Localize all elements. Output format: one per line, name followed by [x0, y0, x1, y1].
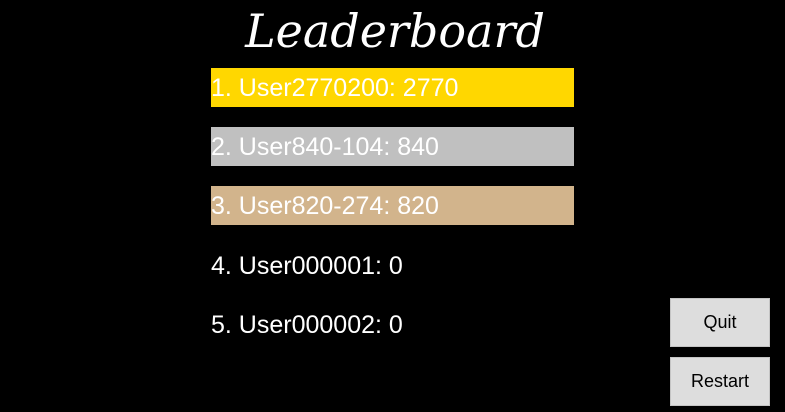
entry-text: 4. User000001: 0	[211, 252, 403, 280]
leaderboard-entry-2: 2. User840-104: 840	[211, 127, 574, 166]
quit-button[interactable]: Quit	[670, 298, 770, 347]
leaderboard-entry-5: 5. User000002: 0	[211, 305, 574, 344]
leaderboard-entry-3: 3. User820-274: 820	[211, 186, 574, 225]
page-title: Leaderboard	[245, 4, 545, 58]
leaderboard-entry-4: 4. User000001: 0	[211, 246, 574, 285]
entry-text: 2. User840-104: 840	[211, 133, 439, 161]
restart-button[interactable]: Restart	[670, 357, 770, 406]
leaderboard-screen: Leaderboard 1. User2770200: 2770 2. User…	[0, 0, 785, 412]
leaderboard-entry-1: 1. User2770200: 2770	[211, 68, 574, 107]
entry-text: 3. User820-274: 820	[211, 192, 439, 220]
entry-text: 1. User2770200: 2770	[211, 74, 459, 102]
entry-text: 5. User000002: 0	[211, 311, 403, 339]
